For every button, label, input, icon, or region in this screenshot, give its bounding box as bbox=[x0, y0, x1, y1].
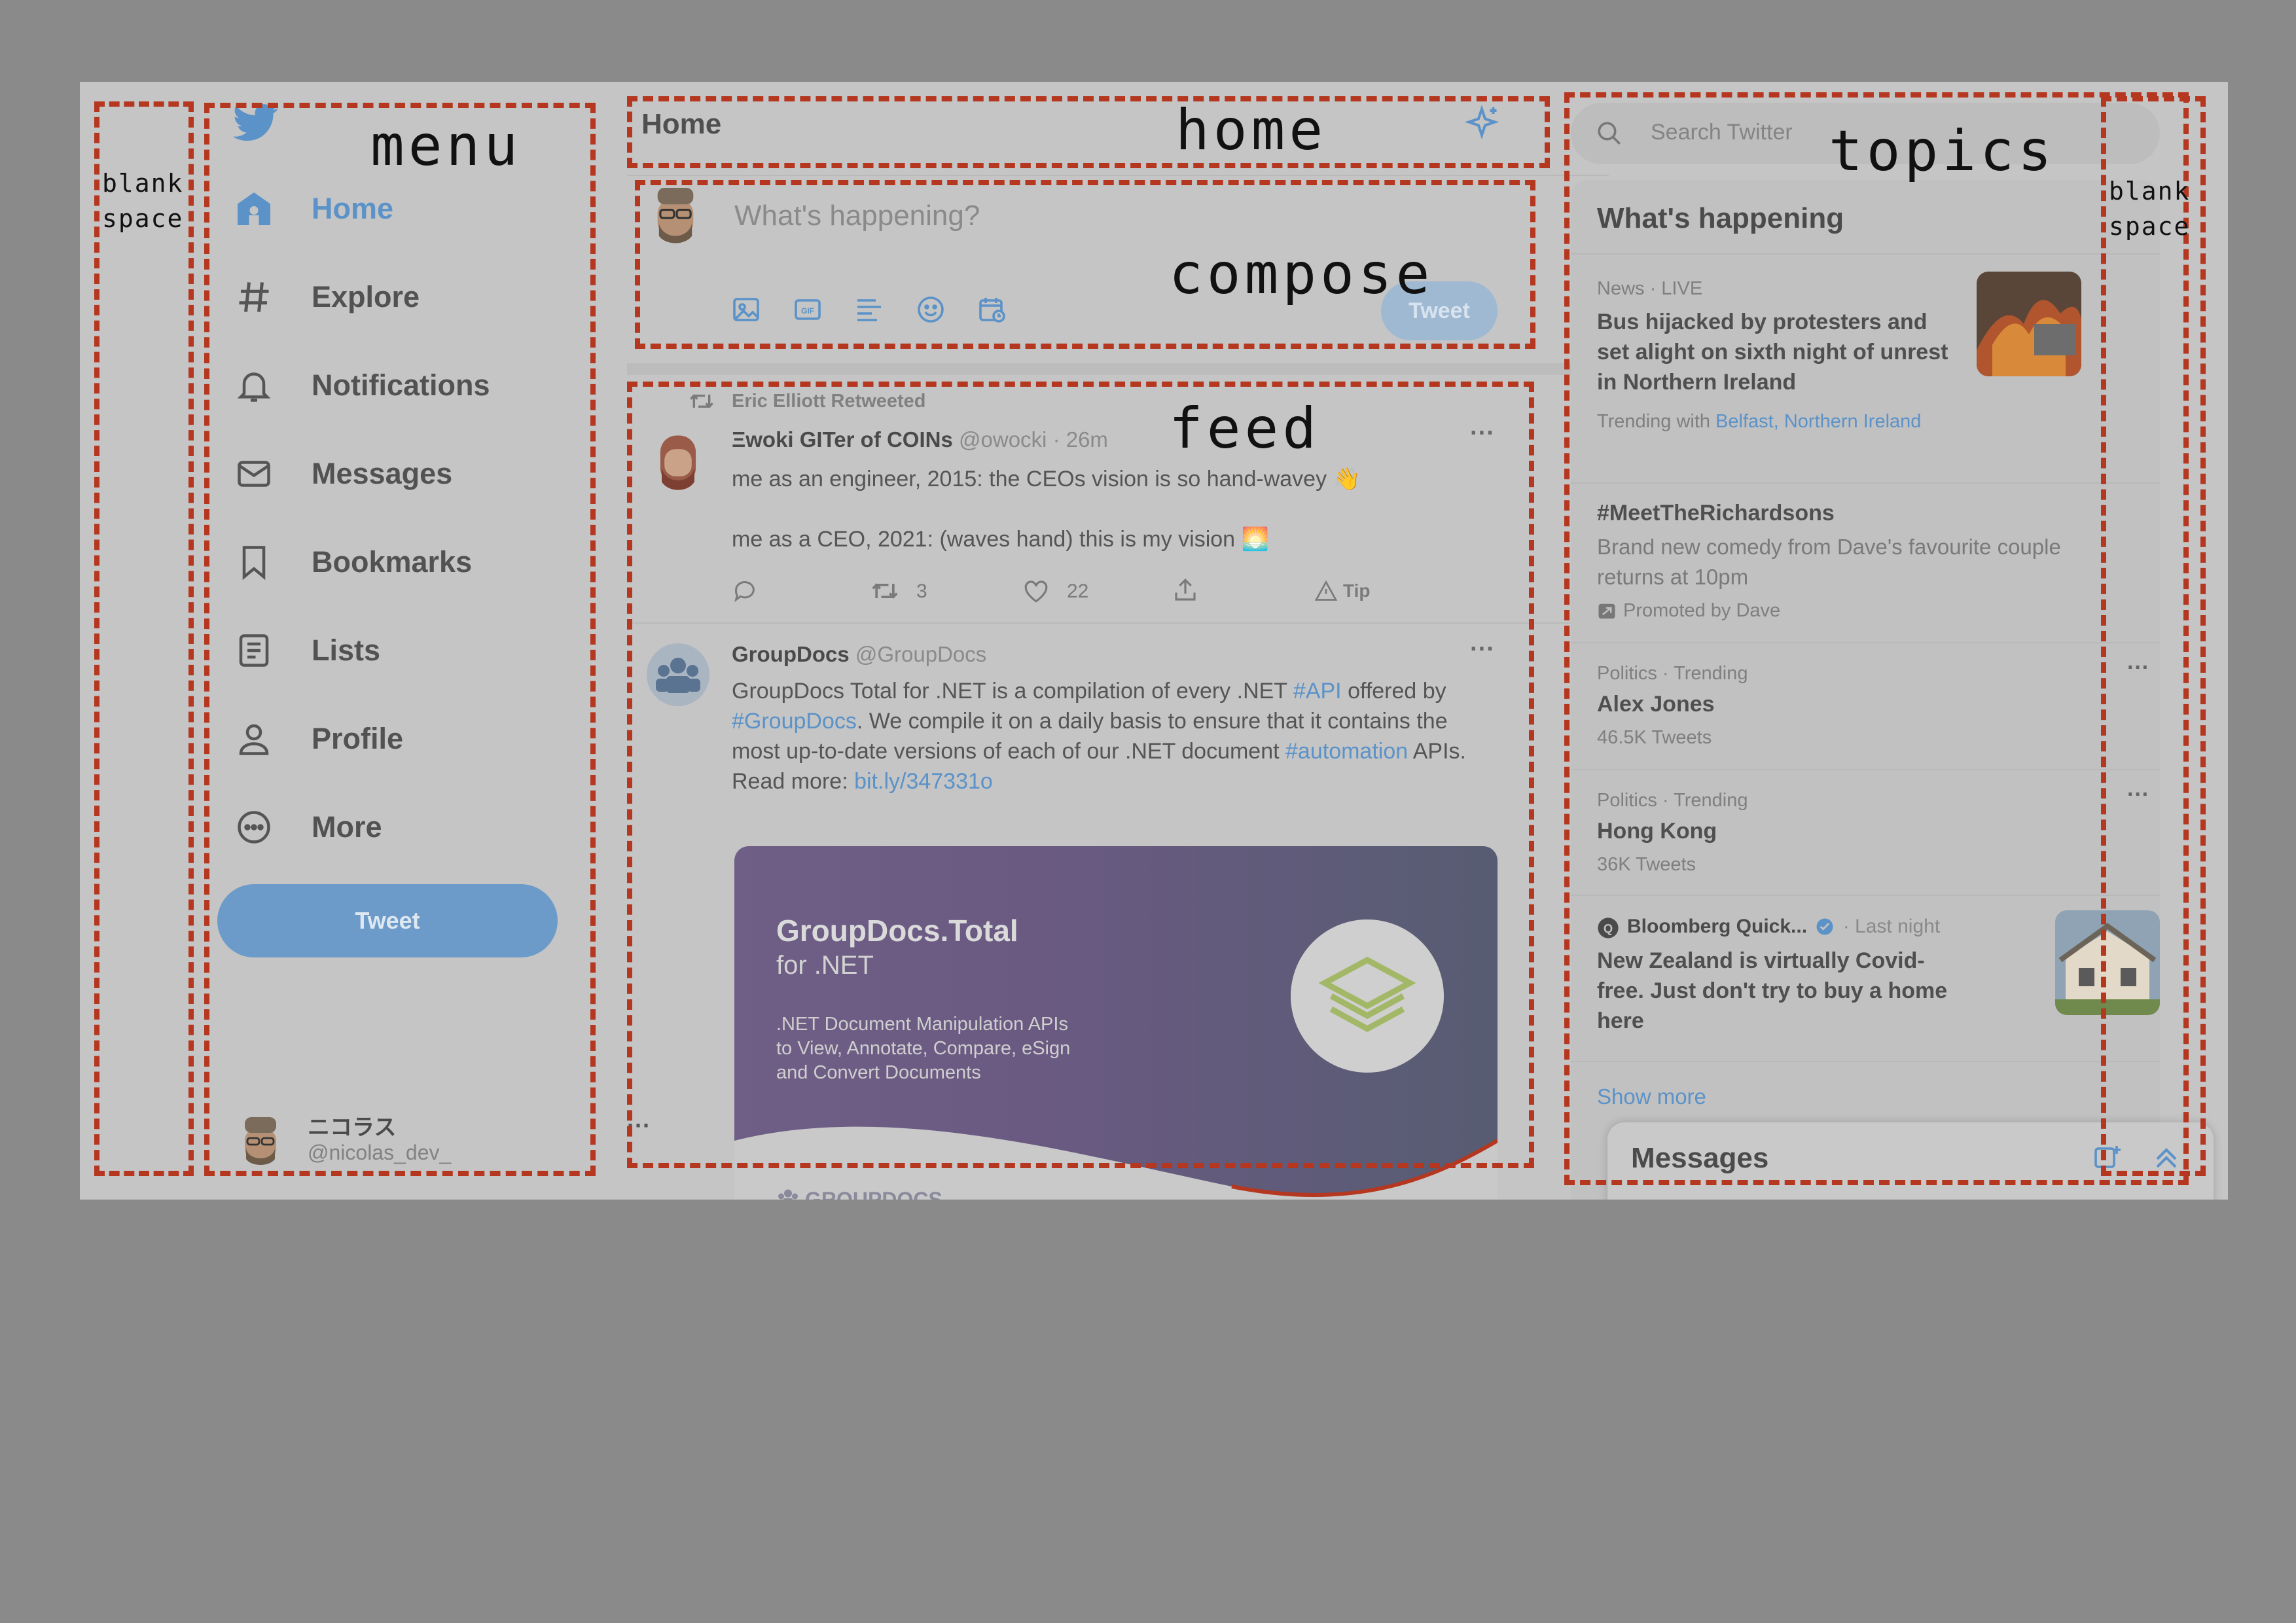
home-zone bbox=[627, 96, 1550, 168]
groupdocs-logo-icon bbox=[778, 1189, 798, 1200]
blank-space-right-zone bbox=[2101, 96, 2206, 1176]
home-label: home bbox=[1175, 98, 1327, 163]
menu-label: menu bbox=[370, 113, 522, 179]
divider bbox=[627, 175, 1609, 176]
topics-label: topics bbox=[1829, 118, 2056, 184]
blank-space-label: blank space bbox=[102, 169, 184, 233]
feed-zone bbox=[627, 382, 1534, 1168]
menu-zone bbox=[204, 103, 596, 1176]
card-brand: GROUPDOCS bbox=[805, 1188, 942, 1200]
blank-space-left-zone bbox=[94, 101, 194, 1176]
compose-label: compose bbox=[1169, 241, 1434, 307]
topics-zone bbox=[1564, 92, 2189, 1185]
blank-space-label: blank space bbox=[2109, 177, 2191, 241]
app-window: Home Explore Notifications Messages Book… bbox=[80, 82, 2228, 1200]
feed-label: feed bbox=[1169, 396, 1321, 461]
divider bbox=[627, 363, 1609, 375]
